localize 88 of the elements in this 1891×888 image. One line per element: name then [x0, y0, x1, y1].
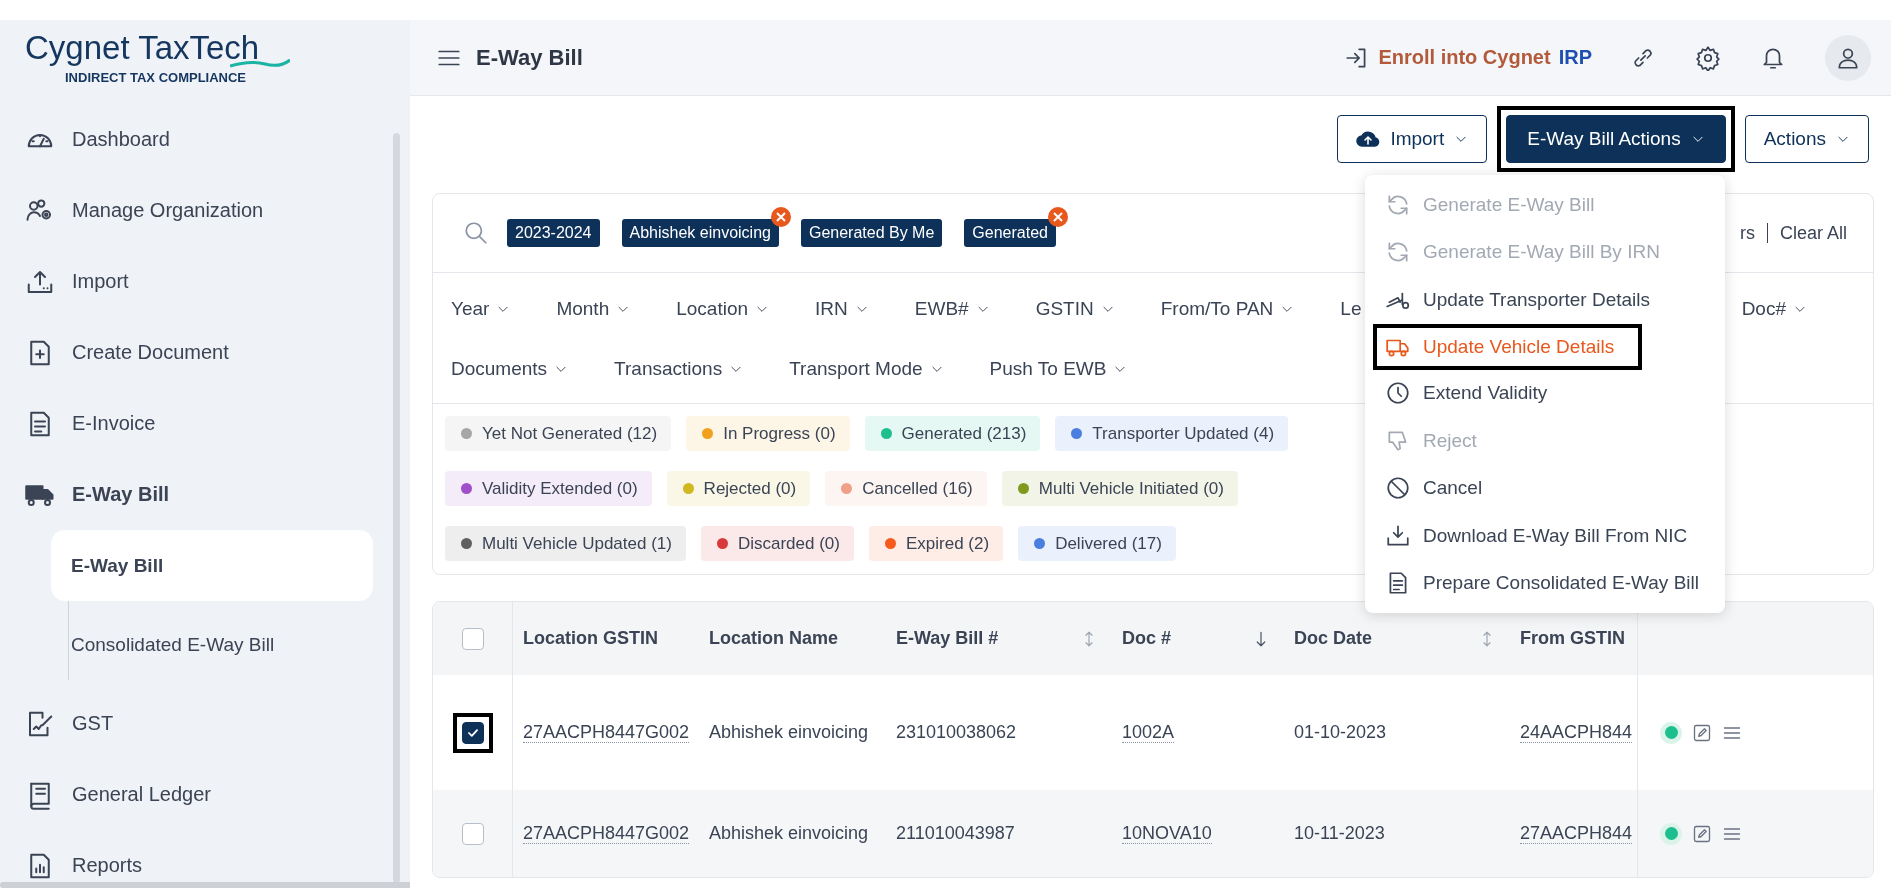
sidebar-item[interactable]: E-Invoice: [0, 388, 156, 459]
filter-dropdown[interactable]: Doc#: [1741, 298, 1807, 320]
status-filter[interactable]: In Progress (0): [686, 416, 850, 451]
enroll-link[interactable]: Enroll into Cygnet IRP: [1344, 44, 1592, 71]
action-button[interactable]: Actions: [1744, 115, 1869, 163]
menu-item[interactable]: Update Transporter Details: [1365, 276, 1651, 324]
status-filter[interactable]: Yet Not Generated (12): [445, 416, 672, 451]
checkbox[interactable]: [461, 822, 484, 845]
sidebar-item[interactable]: Import: [0, 246, 129, 317]
menu-item[interactable]: Download E-Way Bill From NIC: [1365, 512, 1688, 560]
sidebar-item[interactable]: General Ledger: [0, 759, 211, 830]
brand-wordmark: Cygnet TaxTech: [25, 30, 260, 66]
column-header[interactable]: Doc Date: [1294, 628, 1373, 649]
column-header[interactable]: Location Name: [709, 628, 839, 649]
block-icon: [1385, 475, 1411, 502]
menu-item[interactable]: Prepare Consolidated E-Way Bill: [1365, 559, 1699, 607]
status-filter[interactable]: Multi Vehicle Updated (1): [445, 526, 686, 561]
swoosh-mark: [230, 58, 290, 68]
scrollbar[interactable]: [0, 882, 410, 888]
table-link[interactable]: 10NOVA10: [1122, 823, 1212, 844]
status-filter[interactable]: Delivered (17): [1018, 526, 1176, 561]
clear-all-link[interactable]: Clear All: [1779, 222, 1847, 244]
avatar[interactable]: [1825, 34, 1871, 81]
close-icon[interactable]: [1047, 207, 1068, 227]
filter-dropdown[interactable]: Le: [1340, 298, 1362, 320]
table-link[interactable]: 1002A: [1122, 722, 1175, 743]
column-header[interactable]: Location GSTIN: [523, 628, 658, 649]
checkbox[interactable]: [461, 721, 484, 744]
sidebar-subitem[interactable]: Consolidated E-Way Bill: [51, 609, 373, 680]
sidebar-item[interactable]: Manage Organization: [0, 175, 264, 246]
table-cell: 211010043987: [896, 823, 1015, 843]
filter-dropdown[interactable]: Transport Mode: [789, 358, 944, 380]
menu-item[interactable]: Cancel: [1365, 464, 1483, 512]
search-icon: [463, 220, 489, 246]
filter-dropdown[interactable]: Location: [676, 298, 770, 320]
status-filter[interactable]: Multi Vehicle Initiated (0): [1001, 471, 1238, 506]
status-filter[interactable]: Generated (213): [864, 416, 1041, 451]
status-filter[interactable]: Transporter Updated (4): [1055, 416, 1289, 451]
sidebar-item[interactable]: E-Way Bill: [0, 459, 170, 530]
status-filter[interactable]: Rejected (0): [666, 471, 811, 506]
table-cell: Abhishek einvoicing: [709, 722, 869, 742]
sidebar-item[interactable]: Create Document: [0, 317, 229, 388]
table-link[interactable]: 27AACPH8447G002: [523, 823, 690, 844]
status-filter[interactable]: Cancelled (16): [825, 471, 987, 506]
table-cell: 10-11-2023: [1294, 823, 1385, 843]
filter-dropdown[interactable]: GSTIN: [1035, 298, 1115, 320]
filter-tag[interactable]: Abhishek einvoicing: [621, 219, 779, 247]
column-header[interactable]: E-Way Bill #: [896, 628, 999, 649]
filter-dropdown[interactable]: From/To PAN: [1160, 298, 1295, 320]
filter-dropdown[interactable]: Month: [556, 298, 631, 320]
status-filter[interactable]: Expired (2): [869, 526, 1004, 561]
filter-tag[interactable]: Generated By Me: [800, 219, 943, 247]
sidebar-subitem[interactable]: E-Way Bill: [51, 530, 373, 601]
column-header[interactable]: From GSTIN: [1520, 628, 1625, 649]
column-header[interactable]: Doc #: [1122, 628, 1172, 649]
brand-tagline: INDIRECT TAX COMPLIANCE: [65, 70, 247, 85]
table-link[interactable]: 24AACPH844: [1520, 722, 1633, 743]
settings-icon[interactable]: [1695, 44, 1721, 71]
edit-icon[interactable]: [1692, 722, 1712, 743]
table-cell: 01-10-2023: [1294, 722, 1387, 742]
sidebar-item[interactable]: Reports: [0, 830, 143, 888]
status-filter[interactable]: Discarded (0): [700, 526, 854, 561]
sidebar-item[interactable]: Dashboard: [0, 104, 170, 175]
sidebar-item[interactable]: GST: [0, 688, 114, 759]
action-button[interactable]: E-Way Bill Actions: [1506, 115, 1726, 163]
clock-icon: [1385, 380, 1411, 407]
table-cell: Abhishek einvoicing: [709, 823, 869, 843]
menu-item[interactable]: Extend Validity: [1365, 369, 1548, 417]
filter-dropdown[interactable]: Documents: [451, 358, 569, 380]
edit-icon[interactable]: [1692, 823, 1712, 844]
action-button[interactable]: Import: [1337, 115, 1488, 163]
filter-tag[interactable]: 2023-2024: [507, 219, 600, 247]
filter-dropdown[interactable]: Year: [451, 298, 511, 320]
scrollbar[interactable]: [393, 133, 400, 883]
page-title: E-Way Bill: [476, 44, 583, 71]
filter-dropdown[interactable]: EWB#: [914, 298, 990, 320]
filter-tag[interactable]: Generated: [964, 219, 1056, 247]
filter-dropdown[interactable]: IRN: [815, 298, 869, 320]
table-link[interactable]: 27AACPH8447G002: [523, 722, 690, 743]
status-filter[interactable]: Validity Extended (0): [445, 471, 652, 506]
table-cell: 231010038062: [896, 722, 1017, 742]
filter-dropdown[interactable]: Push To EWB: [989, 358, 1128, 380]
filter-dropdown[interactable]: Transactions: [614, 358, 744, 380]
close-icon[interactable]: [770, 207, 791, 227]
table-link[interactable]: 27AACPH844: [1520, 823, 1633, 844]
checkbox[interactable]: [461, 627, 484, 650]
menu-item[interactable]: Update Vehicle Details: [1377, 327, 1639, 366]
filters-link[interactable]: rs: [1739, 222, 1755, 244]
